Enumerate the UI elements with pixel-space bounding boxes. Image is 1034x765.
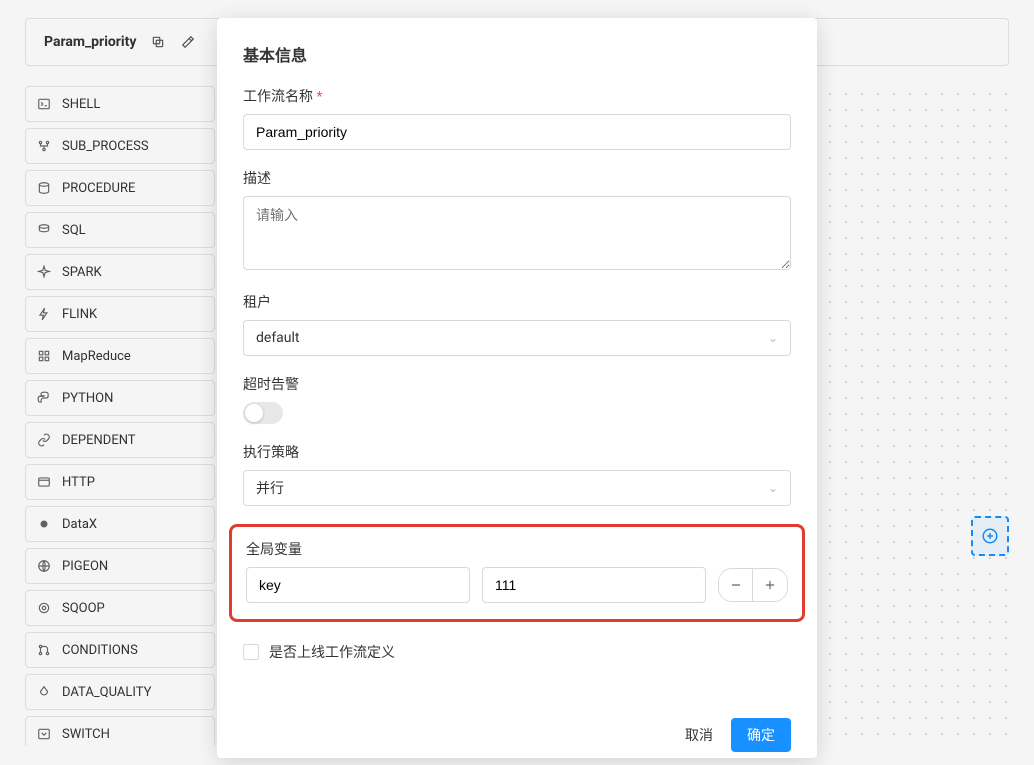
global-value-input[interactable] xyxy=(482,567,706,603)
global-key-input[interactable] xyxy=(246,567,470,603)
timeout-switch[interactable] xyxy=(243,402,283,424)
modal-title: 基本信息 xyxy=(243,42,791,66)
description-label: 描述 xyxy=(243,168,791,188)
global-row-controls xyxy=(718,568,788,602)
chevron-down-icon: ⌄ xyxy=(768,481,778,495)
workflow-name-input[interactable] xyxy=(243,114,791,150)
workflow-name-label: 工作流名称 xyxy=(243,86,791,106)
online-checkbox[interactable] xyxy=(243,644,259,660)
online-label: 是否上线工作流定义 xyxy=(269,642,395,662)
tenant-label: 租户 xyxy=(243,292,791,312)
policy-group: 执行策略 并行 ⌄ xyxy=(243,442,791,506)
workflow-name-group: 工作流名称 xyxy=(243,86,791,150)
modal-overlay: 基本信息 工作流名称 描述 租户 default ⌄ 超时告警 执行策略 并 xyxy=(0,0,1034,765)
policy-select[interactable]: 并行 ⌄ xyxy=(243,470,791,506)
confirm-button[interactable]: 确定 xyxy=(731,718,791,752)
description-group: 描述 xyxy=(243,168,791,274)
policy-label: 执行策略 xyxy=(243,442,791,462)
description-input[interactable] xyxy=(243,196,791,270)
tenant-group: 租户 default ⌄ xyxy=(243,292,791,356)
online-row: 是否上线工作流定义 xyxy=(243,642,791,662)
timeout-group: 超时告警 xyxy=(243,374,791,424)
switch-handle xyxy=(245,404,263,422)
basic-info-modal: 基本信息 工作流名称 描述 租户 default ⌄ 超时告警 执行策略 并 xyxy=(217,18,817,758)
remove-global-button[interactable] xyxy=(719,569,753,601)
globals-row xyxy=(246,567,788,603)
tenant-value: default xyxy=(256,330,300,346)
tenant-select[interactable]: default ⌄ xyxy=(243,320,791,356)
globals-label: 全局变量 xyxy=(246,539,788,559)
policy-value: 并行 xyxy=(256,478,284,498)
modal-footer: 取消 确定 xyxy=(243,718,791,752)
globals-highlight: 全局变量 xyxy=(229,524,805,622)
timeout-label: 超时告警 xyxy=(243,374,791,394)
cancel-button[interactable]: 取消 xyxy=(685,725,713,745)
chevron-down-icon: ⌄ xyxy=(768,331,778,345)
add-global-button[interactable] xyxy=(753,569,787,601)
